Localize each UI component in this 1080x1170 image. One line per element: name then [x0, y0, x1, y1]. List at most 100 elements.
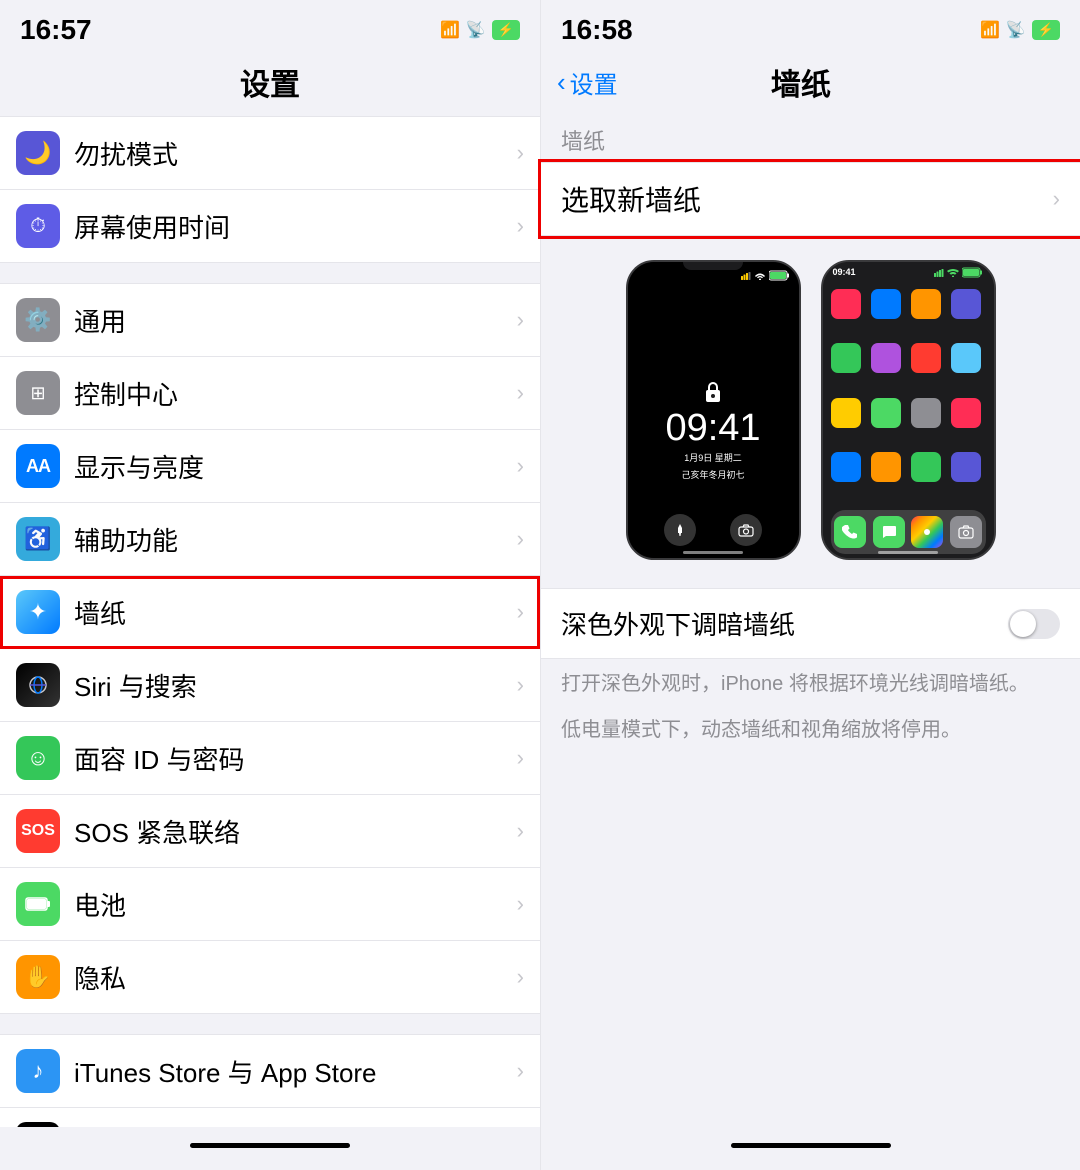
right-status-icons: 📶 📡 ⚡: [980, 20, 1060, 40]
settings-item-accessibility[interactable]: ♿ 辅助功能 ›: [0, 503, 540, 576]
app-icon-3: [911, 289, 941, 319]
back-button[interactable]: ‹ 设置: [557, 65, 618, 100]
display-label: 显示与亮度: [74, 448, 509, 485]
left-panel: 16:57 📶 📡 ⚡ 设置 🌙 勿扰模式 › ⏱ 屏幕使用时间 ›: [0, 0, 540, 1170]
app-icon-10: [871, 398, 901, 428]
lock-screen-preview[interactable]: 09:41 1月9日 星期二 己亥年冬月初七: [626, 260, 801, 560]
settings-item-privacy[interactable]: ✋ 隐私 ›: [0, 941, 540, 1013]
settings-item-wallpaper[interactable]: ✦ 墙纸 ›: [0, 576, 540, 649]
left-status-bar: 16:57 📶 📡 ⚡: [0, 0, 540, 52]
app-icon-13: [831, 452, 861, 482]
display-chevron: ›: [517, 453, 524, 479]
screen-time-label: 屏幕使用时间: [74, 208, 509, 245]
toggle-thumb: [1010, 611, 1036, 637]
settings-item-display[interactable]: AA 显示与亮度 ›: [0, 430, 540, 503]
right-spacer: [541, 751, 1080, 1127]
settings-section-3: ♪ iTunes Store 与 App Store › 钱包与 Apple P…: [0, 1034, 540, 1127]
home-screen: 09:41: [823, 262, 994, 558]
left-status-icons: 📶 📡 ⚡: [440, 20, 520, 40]
siri-chevron: ›: [517, 672, 524, 698]
display-icon: AA: [16, 444, 60, 488]
settings-item-battery[interactable]: 电池 ›: [0, 868, 540, 941]
app-icon-7: [911, 343, 941, 373]
home-time: 09:41: [833, 267, 856, 278]
accessibility-chevron: ›: [517, 526, 524, 552]
do-not-disturb-chevron: ›: [517, 140, 524, 166]
app-icon-11: [911, 398, 941, 428]
siri-icon: [16, 663, 60, 707]
home-status-bar: 09:41: [823, 262, 994, 283]
settings-item-screen-time[interactable]: ⏱ 屏幕使用时间 ›: [0, 190, 540, 262]
home-home-indicator: [878, 551, 938, 554]
dark-wallpaper-label: 深色外观下调暗墙纸: [561, 605, 795, 642]
app-grid: [823, 283, 994, 506]
lock-lock-icon: [703, 380, 723, 409]
wifi-icon: 📡: [466, 20, 486, 40]
right-panel: 16:58 📶 📡 ⚡ ‹ 设置 墙纸 墙纸 选取新墙纸 ›: [540, 0, 1080, 1170]
lock-screen: 09:41 1月9日 星期二 己亥年冬月初七: [628, 262, 799, 558]
do-not-disturb-label: 勿扰模式: [74, 135, 509, 172]
privacy-label: 隐私: [74, 959, 509, 996]
settings-item-siri[interactable]: Siri 与搜索 ›: [0, 649, 540, 722]
right-nav: ‹ 设置 墙纸: [541, 52, 1080, 116]
camera-lock-icon: [730, 514, 762, 546]
select-wallpaper-row[interactable]: 选取新墙纸 ›: [541, 162, 1080, 236]
battery-item-icon: [16, 882, 60, 926]
general-chevron: ›: [517, 307, 524, 333]
settings-item-do-not-disturb[interactable]: 🌙 勿扰模式 ›: [0, 117, 540, 190]
general-icon: ⚙️: [16, 298, 60, 342]
settings-item-itunes[interactable]: ♪ iTunes Store 与 App Store ›: [0, 1035, 540, 1108]
dark-wallpaper-desc2: 低电量模式下，动态墙纸和视角缩放将停用。: [541, 705, 1080, 751]
lock-home-indicator: [683, 551, 743, 554]
battery-icon: ⚡: [492, 20, 520, 40]
app-icon-5: [831, 343, 861, 373]
settings-list: 🌙 勿扰模式 › ⏱ 屏幕使用时间 › ⚙️ 通用 › ⊞ 控制中心 ›: [0, 116, 540, 1127]
app-icon-14: [871, 452, 901, 482]
battery-label: 电池: [74, 886, 509, 923]
dock-camera: [950, 516, 982, 548]
back-chevron-icon: ‹: [557, 67, 566, 98]
left-home-area: [0, 1127, 540, 1170]
sos-chevron: ›: [517, 818, 524, 844]
settings-section-2: ⚙️ 通用 › ⊞ 控制中心 › AA 显示与亮度 › ♿ 辅助功能 › ✦ 墙: [0, 283, 540, 1014]
face-id-label: 面容 ID 与密码: [74, 740, 509, 777]
settings-item-wallet[interactable]: 钱包与 Apple Pay ›: [0, 1108, 540, 1127]
select-wallpaper-chevron: ›: [1053, 186, 1060, 212]
general-label: 通用: [74, 302, 509, 339]
control-center-chevron: ›: [517, 380, 524, 406]
wallpaper-chevron: ›: [517, 599, 524, 625]
settings-item-face-id[interactable]: ☺ 面容 ID 与密码 ›: [0, 722, 540, 795]
home-screen-preview[interactable]: 09:41: [821, 260, 996, 560]
screen-time-icon: ⏱: [16, 204, 60, 248]
wallpaper-label: 墙纸: [74, 594, 509, 631]
control-center-icon: ⊞: [16, 371, 60, 415]
dock-phone: [834, 516, 866, 548]
settings-item-sos[interactable]: SOS SOS 紧急联络 ›: [0, 795, 540, 868]
control-center-label: 控制中心: [74, 375, 509, 412]
settings-section-1: 🌙 勿扰模式 › ⏱ 屏幕使用时间 ›: [0, 116, 540, 263]
dark-wallpaper-desc1: 打开深色外观时，iPhone 将根据环境光线调暗墙纸。: [541, 659, 1080, 705]
sos-icon: SOS: [16, 809, 60, 853]
right-nav-title: 墙纸: [618, 60, 984, 104]
select-wallpaper-text: 选取新墙纸: [561, 179, 701, 219]
back-label: 设置: [570, 65, 618, 100]
accessibility-icon: ♿: [16, 517, 60, 561]
dark-wallpaper-toggle[interactable]: [1008, 609, 1060, 639]
right-wifi-icon: 📡: [1006, 20, 1026, 40]
app-icon-16: [951, 452, 981, 482]
app-icon-15: [911, 452, 941, 482]
right-home-indicator: [731, 1143, 891, 1148]
siri-label: Siri 与搜索: [74, 667, 509, 704]
itunes-chevron: ›: [517, 1058, 524, 1084]
left-time: 16:57: [20, 14, 92, 46]
right-status-bar: 16:58 📶 📡 ⚡: [541, 0, 1080, 52]
settings-item-control-center[interactable]: ⊞ 控制中心 ›: [0, 357, 540, 430]
lock-status-icons: [741, 270, 791, 281]
dock-messages: [873, 516, 905, 548]
lock-notch: [683, 262, 743, 270]
lock-date2: 己亥年冬月初七: [681, 468, 744, 481]
wallpaper-icon: ✦: [16, 590, 60, 634]
app-icon-4: [951, 289, 981, 319]
settings-item-general[interactable]: ⚙️ 通用 ›: [0, 284, 540, 357]
lock-bottom-icons: [628, 514, 799, 546]
